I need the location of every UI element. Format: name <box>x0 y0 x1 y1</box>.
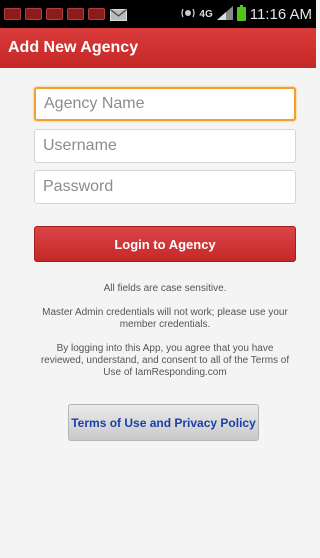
app-notification-icon <box>67 8 84 20</box>
terms-privacy-button[interactable]: Terms of Use and Privacy Policy <box>68 404 259 441</box>
terms-consent-note: By logging into this App, you agree that… <box>40 343 290 378</box>
page-title: Add New Agency <box>8 39 139 56</box>
status-indicators: 4G 11:16 AM <box>181 5 312 23</box>
network-label: 4G <box>199 8 213 20</box>
username-input[interactable] <box>34 129 296 163</box>
admin-credentials-note: Master Admin credentials will not work; … <box>42 307 288 330</box>
sound-icon <box>181 7 196 22</box>
status-bar: 4G 11:16 AM <box>0 0 316 28</box>
app-notification-icon <box>4 8 21 20</box>
app-notification-icon <box>88 8 105 20</box>
password-input[interactable] <box>34 170 296 204</box>
case-sensitive-note: All fields are case sensitive. <box>103 283 227 294</box>
signal-icon <box>216 5 233 23</box>
clock: 11:16 AM <box>249 5 312 23</box>
app-notification-icon <box>46 8 63 20</box>
title-bar: Add New Agency <box>0 28 316 68</box>
battery-icon <box>236 5 246 21</box>
app-notification-icon <box>25 8 42 20</box>
mail-icon <box>110 8 127 21</box>
login-button[interactable]: Login to Agency <box>34 226 296 262</box>
agency-name-input[interactable] <box>34 87 296 121</box>
notification-icons <box>4 8 127 21</box>
